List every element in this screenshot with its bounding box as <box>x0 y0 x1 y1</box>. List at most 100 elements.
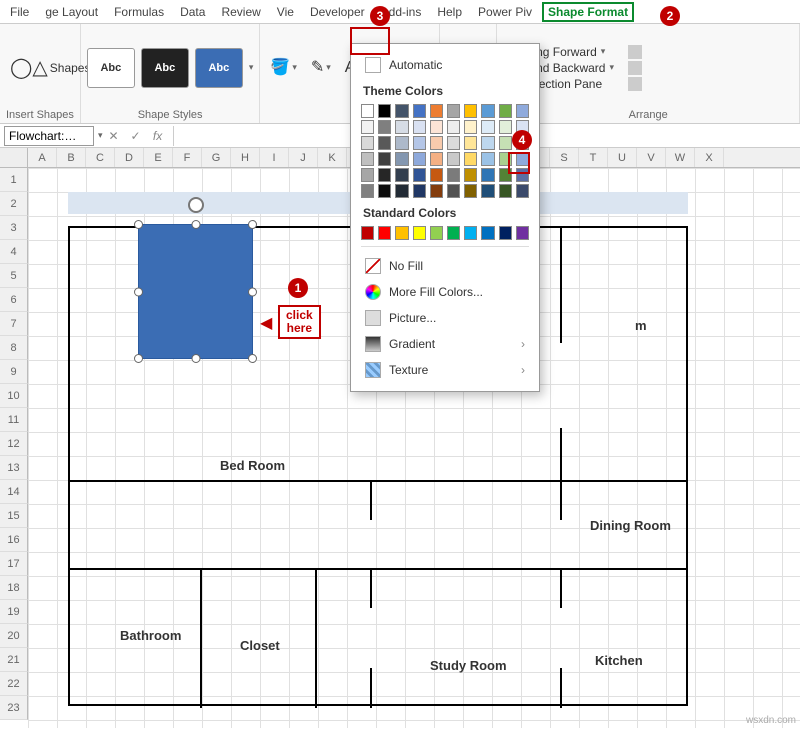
color-swatch[interactable] <box>447 226 460 240</box>
fx-button[interactable]: fx <box>147 129 169 143</box>
color-swatch[interactable] <box>378 152 391 166</box>
color-swatch[interactable] <box>430 104 443 118</box>
color-swatch[interactable] <box>481 226 494 240</box>
column-header[interactable]: D <box>115 148 144 167</box>
column-header[interactable]: H <box>231 148 260 167</box>
color-swatch[interactable] <box>413 104 426 118</box>
color-swatch[interactable] <box>361 184 374 198</box>
color-swatch[interactable] <box>361 226 374 240</box>
tab-shape-format[interactable]: Shape Format <box>542 2 634 22</box>
color-swatch[interactable] <box>413 184 426 198</box>
style-gallery-more[interactable]: ▾ <box>249 62 254 73</box>
row-header[interactable]: 2 <box>0 192 28 216</box>
row-header[interactable]: 8 <box>0 336 28 360</box>
color-swatch[interactable] <box>361 136 374 150</box>
align-button[interactable] <box>628 45 642 59</box>
more-fill-colors[interactable]: More Fill Colors... <box>361 279 529 305</box>
color-swatch[interactable] <box>516 152 529 166</box>
color-swatch[interactable] <box>430 136 443 150</box>
resize-handle-ne[interactable] <box>248 220 257 229</box>
column-header[interactable]: B <box>57 148 86 167</box>
row-header[interactable]: 13 <box>0 456 28 480</box>
color-swatch[interactable] <box>464 120 477 134</box>
tab-power-pivot[interactable]: Power Piv <box>472 3 538 21</box>
name-box[interactable] <box>4 126 94 146</box>
color-swatch[interactable] <box>378 168 391 182</box>
color-swatch[interactable] <box>499 152 512 166</box>
row-header[interactable]: 23 <box>0 696 28 720</box>
row-header[interactable]: 11 <box>0 408 28 432</box>
color-swatch[interactable] <box>481 136 494 150</box>
shape-fill-button[interactable]: 🪣▾ <box>266 58 300 78</box>
row-header[interactable]: 1 <box>0 168 28 192</box>
row-header[interactable]: 16 <box>0 528 28 552</box>
column-header[interactable]: C <box>86 148 115 167</box>
column-header[interactable]: J <box>289 148 318 167</box>
tab-data[interactable]: Data <box>174 3 211 21</box>
color-swatch[interactable] <box>430 184 443 198</box>
resize-handle-sw[interactable] <box>134 354 143 363</box>
color-swatch[interactable] <box>516 104 529 118</box>
resize-handle-e[interactable] <box>248 287 257 296</box>
shapes-gallery-button[interactable]: ◯△ Shapes ▾ <box>6 56 58 80</box>
style-preset-1[interactable]: Abc <box>87 48 135 88</box>
color-swatch[interactable] <box>499 136 512 150</box>
color-swatch[interactable] <box>499 226 512 240</box>
row-header[interactable]: 14 <box>0 480 28 504</box>
shape-outline-button[interactable]: ✎▾ <box>307 58 335 78</box>
color-swatch[interactable] <box>395 120 408 134</box>
row-header[interactable]: 6 <box>0 288 28 312</box>
color-swatch[interactable] <box>499 184 512 198</box>
row-header[interactable]: 22 <box>0 672 28 696</box>
row-header[interactable]: 17 <box>0 552 28 576</box>
row-header[interactable]: 10 <box>0 384 28 408</box>
tab-formulas[interactable]: Formulas <box>108 3 170 21</box>
column-header[interactable]: G <box>202 148 231 167</box>
tab-page-layout[interactable]: ge Layout <box>39 3 104 21</box>
resize-handle-nw[interactable] <box>134 220 143 229</box>
color-swatch[interactable] <box>413 152 426 166</box>
tab-file[interactable]: File <box>4 3 35 21</box>
row-header[interactable]: 12 <box>0 432 28 456</box>
color-swatch[interactable] <box>430 226 443 240</box>
color-swatch[interactable] <box>395 168 408 182</box>
color-swatch[interactable] <box>413 120 426 134</box>
row-header[interactable]: 5 <box>0 264 28 288</box>
color-swatch[interactable] <box>499 104 512 118</box>
no-fill[interactable]: No Fill <box>361 253 529 279</box>
column-header[interactable]: U <box>608 148 637 167</box>
tab-review[interactable]: Review <box>215 3 266 21</box>
color-swatch[interactable] <box>361 152 374 166</box>
row-header[interactable]: 18 <box>0 576 28 600</box>
fill-automatic[interactable]: Automatic <box>361 52 529 78</box>
color-swatch[interactable] <box>378 136 391 150</box>
cancel-button[interactable]: ✕ <box>103 129 125 143</box>
color-swatch[interactable] <box>481 168 494 182</box>
color-swatch[interactable] <box>447 168 460 182</box>
color-swatch[interactable] <box>378 120 391 134</box>
color-swatch[interactable] <box>464 226 477 240</box>
resize-handle-w[interactable] <box>134 287 143 296</box>
color-swatch[interactable] <box>361 168 374 182</box>
selected-shape[interactable] <box>138 224 253 359</box>
color-swatch[interactable] <box>481 104 494 118</box>
color-swatch[interactable] <box>499 120 512 134</box>
column-header[interactable]: S <box>550 148 579 167</box>
column-header[interactable]: X <box>695 148 724 167</box>
color-swatch[interactable] <box>378 104 391 118</box>
color-swatch[interactable] <box>516 226 529 240</box>
color-swatch[interactable] <box>430 168 443 182</box>
tab-developer[interactable]: Developer <box>304 3 371 21</box>
color-swatch[interactable] <box>395 104 408 118</box>
column-header[interactable]: F <box>173 148 202 167</box>
style-preset-2[interactable]: Abc <box>141 48 189 88</box>
color-swatch[interactable] <box>447 136 460 150</box>
color-swatch[interactable] <box>447 120 460 134</box>
color-swatch[interactable] <box>395 136 408 150</box>
select-all-corner[interactable] <box>0 148 28 167</box>
tab-help[interactable]: Help <box>431 3 468 21</box>
color-swatch[interactable] <box>481 184 494 198</box>
color-swatch[interactable] <box>378 184 391 198</box>
picture-fill[interactable]: Picture... <box>361 305 529 331</box>
gradient-fill[interactable]: Gradient › <box>361 331 529 357</box>
